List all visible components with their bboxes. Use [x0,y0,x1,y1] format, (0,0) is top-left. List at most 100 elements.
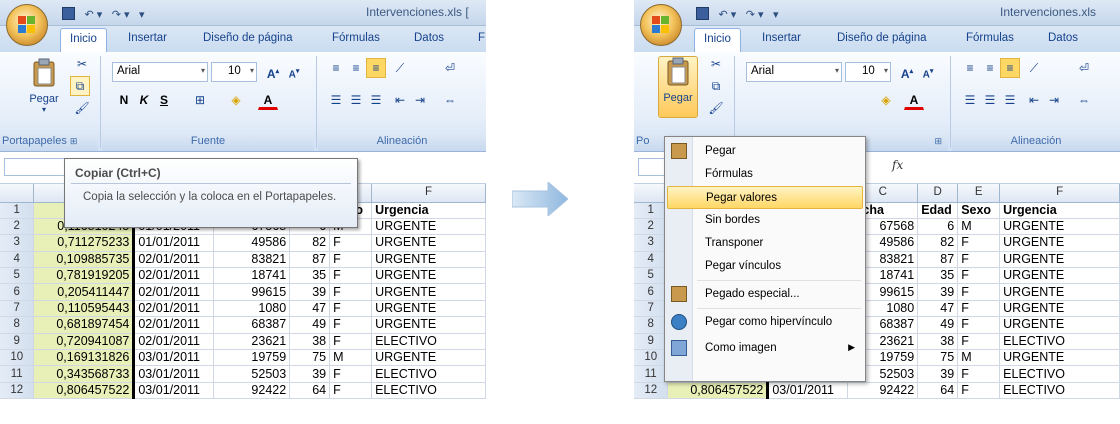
menu-item-pegar-valores[interactable]: Pegar valores [667,186,863,209]
table-cell[interactable]: 0,169131826 [33,349,135,367]
customize-qat-icon[interactable]: ▾ [139,8,145,21]
tab-diseno-pagina[interactable]: Diseño de página [203,32,293,44]
table-cell[interactable]: 0,781919205 [33,267,135,285]
row-header[interactable]: 2 [0,218,35,236]
borders-icon[interactable]: ⊞ [190,90,210,110]
font-color-icon[interactable]: A [258,90,278,110]
table-cell[interactable]: F [329,251,373,269]
font-name-combo[interactable]: Arial ▾ [112,62,208,82]
table-cell[interactable]: 6 [917,218,959,236]
grow-font-icon[interactable]: A▴ [897,62,917,82]
row-header[interactable]: 8 [0,316,35,334]
underline-icon[interactable]: S [154,90,174,110]
fx-icon[interactable]: fx [892,158,903,172]
table-cell[interactable]: F [957,316,1001,334]
tab-formulas[interactable]: Fórmulas [332,32,380,44]
table-cell[interactable]: 19759 [213,349,291,367]
table-cell[interactable]: F [329,316,373,334]
orientation-icon[interactable]: ⟋ [390,58,410,78]
table-cell[interactable]: M [957,218,1001,236]
italic-icon[interactable]: K [134,90,154,110]
merge-icon[interactable]: ⇔ [1074,90,1094,110]
align-left-icon[interactable]: ☰ [326,90,346,110]
table-cell[interactable]: 92422 [213,382,291,400]
column-header-f[interactable]: F [371,184,486,203]
table-cell[interactable]: ELECTIVO [371,382,486,400]
table-cell[interactable]: 64 [917,382,959,400]
column-header-f[interactable]: F [999,184,1120,203]
row-header[interactable]: 3 [0,234,35,252]
row-header[interactable]: 4 [634,251,669,269]
merge-icon[interactable]: ⇔ [440,90,460,110]
table-cell[interactable]: URGENTE [999,218,1120,236]
cell-edad[interactable]: Edad [917,202,959,219]
table-cell[interactable]: F [329,365,373,383]
wrap-text-icon[interactable]: ⏎ [1074,58,1094,78]
align-middle-icon[interactable]: ≡ [980,58,1000,78]
tab-insertar[interactable]: Insertar [128,32,167,44]
table-cell[interactable]: 92422 [847,382,919,400]
align-top-icon[interactable]: ≡ [960,58,980,78]
menu-item-pegado-especial[interactable]: Pegado especial... [667,283,863,306]
table-cell[interactable]: 64 [289,382,331,400]
table-cell[interactable]: URGENTE [371,349,486,367]
row-header[interactable]: 5 [634,267,669,285]
table-cell[interactable]: URGENTE [371,218,486,236]
cut-icon[interactable]: ✂ [72,54,92,74]
row-header[interactable]: 1 [634,202,669,219]
tab-inicio[interactable]: Inicio [60,28,107,52]
copy-icon[interactable]: ⧉ [706,76,726,96]
dialog-launcher-icon[interactable]: ⊞ [70,136,78,146]
wrap-text-icon[interactable]: ⏎ [440,58,460,78]
table-cell[interactable]: URGENTE [371,283,486,301]
customize-qat-icon[interactable]: ▾ [773,8,779,21]
shrink-font-icon[interactable]: A▾ [284,62,304,82]
table-cell[interactable]: M [329,349,373,367]
table-cell[interactable]: 02/01/2011 [132,251,215,269]
row-header[interactable]: 11 [634,365,669,383]
table-cell[interactable]: 02/01/2011 [132,333,215,351]
table-cell[interactable]: F [329,267,373,285]
row-header[interactable]: 10 [634,349,669,367]
row-header[interactable]: 3 [634,234,669,252]
cell-urgencia[interactable]: Urgencia [371,202,486,219]
table-cell[interactable]: 03/01/2011 [132,365,215,383]
table-cell[interactable]: F [957,365,1001,383]
table-cell[interactable]: URGENTE [999,234,1120,252]
align-left-icon[interactable]: ☰ [960,90,980,110]
table-cell[interactable]: 35 [917,267,959,285]
table-cell[interactable]: 35 [289,267,331,285]
table-cell[interactable]: URGENTE [371,300,486,318]
font-dialog-launcher[interactable]: ⊞ [866,133,948,151]
redo-icon[interactable]: ↷ ▾ [112,8,130,21]
table-cell[interactable]: URGENTE [371,251,486,269]
table-cell[interactable]: F [957,333,1001,351]
cell-urgencia[interactable]: Urgencia [999,202,1120,219]
table-cell[interactable]: 0,205411447 [33,283,135,301]
table-cell[interactable]: 02/01/2011 [132,316,215,334]
column-header-d[interactable]: D [917,184,959,203]
table-cell[interactable]: 52503 [213,365,291,383]
table-cell[interactable]: 0,681897454 [33,316,135,334]
office-button[interactable] [640,4,682,46]
font-name-combo[interactable]: Arial ▾ [746,62,842,82]
table-cell[interactable]: F [957,283,1001,301]
row-header[interactable]: 9 [634,333,669,351]
table-cell[interactable]: 99615 [213,283,291,301]
table-cell[interactable]: M [957,349,1001,367]
table-cell[interactable]: 82 [289,234,331,252]
align-center-icon[interactable]: ☰ [346,90,366,110]
undo-icon[interactable]: ↶ ▾ [84,8,102,21]
tab-datos[interactable]: Datos [414,32,444,44]
table-cell[interactable]: 0,343568733 [33,365,135,383]
table-cell[interactable]: 0,806457522 [33,382,135,400]
align-bottom-icon[interactable]: ≡ [366,58,386,78]
row-header[interactable]: 5 [0,267,35,285]
table-cell[interactable]: 01/01/2011 [132,234,215,252]
align-middle-icon[interactable]: ≡ [346,58,366,78]
table-cell[interactable]: URGENTE [999,251,1120,269]
table-cell[interactable]: 87 [289,251,331,269]
table-cell[interactable]: 03/01/2011 [132,382,215,400]
row-header[interactable]: 8 [634,316,669,334]
decrease-indent-icon[interactable]: ⇤ [390,90,410,110]
